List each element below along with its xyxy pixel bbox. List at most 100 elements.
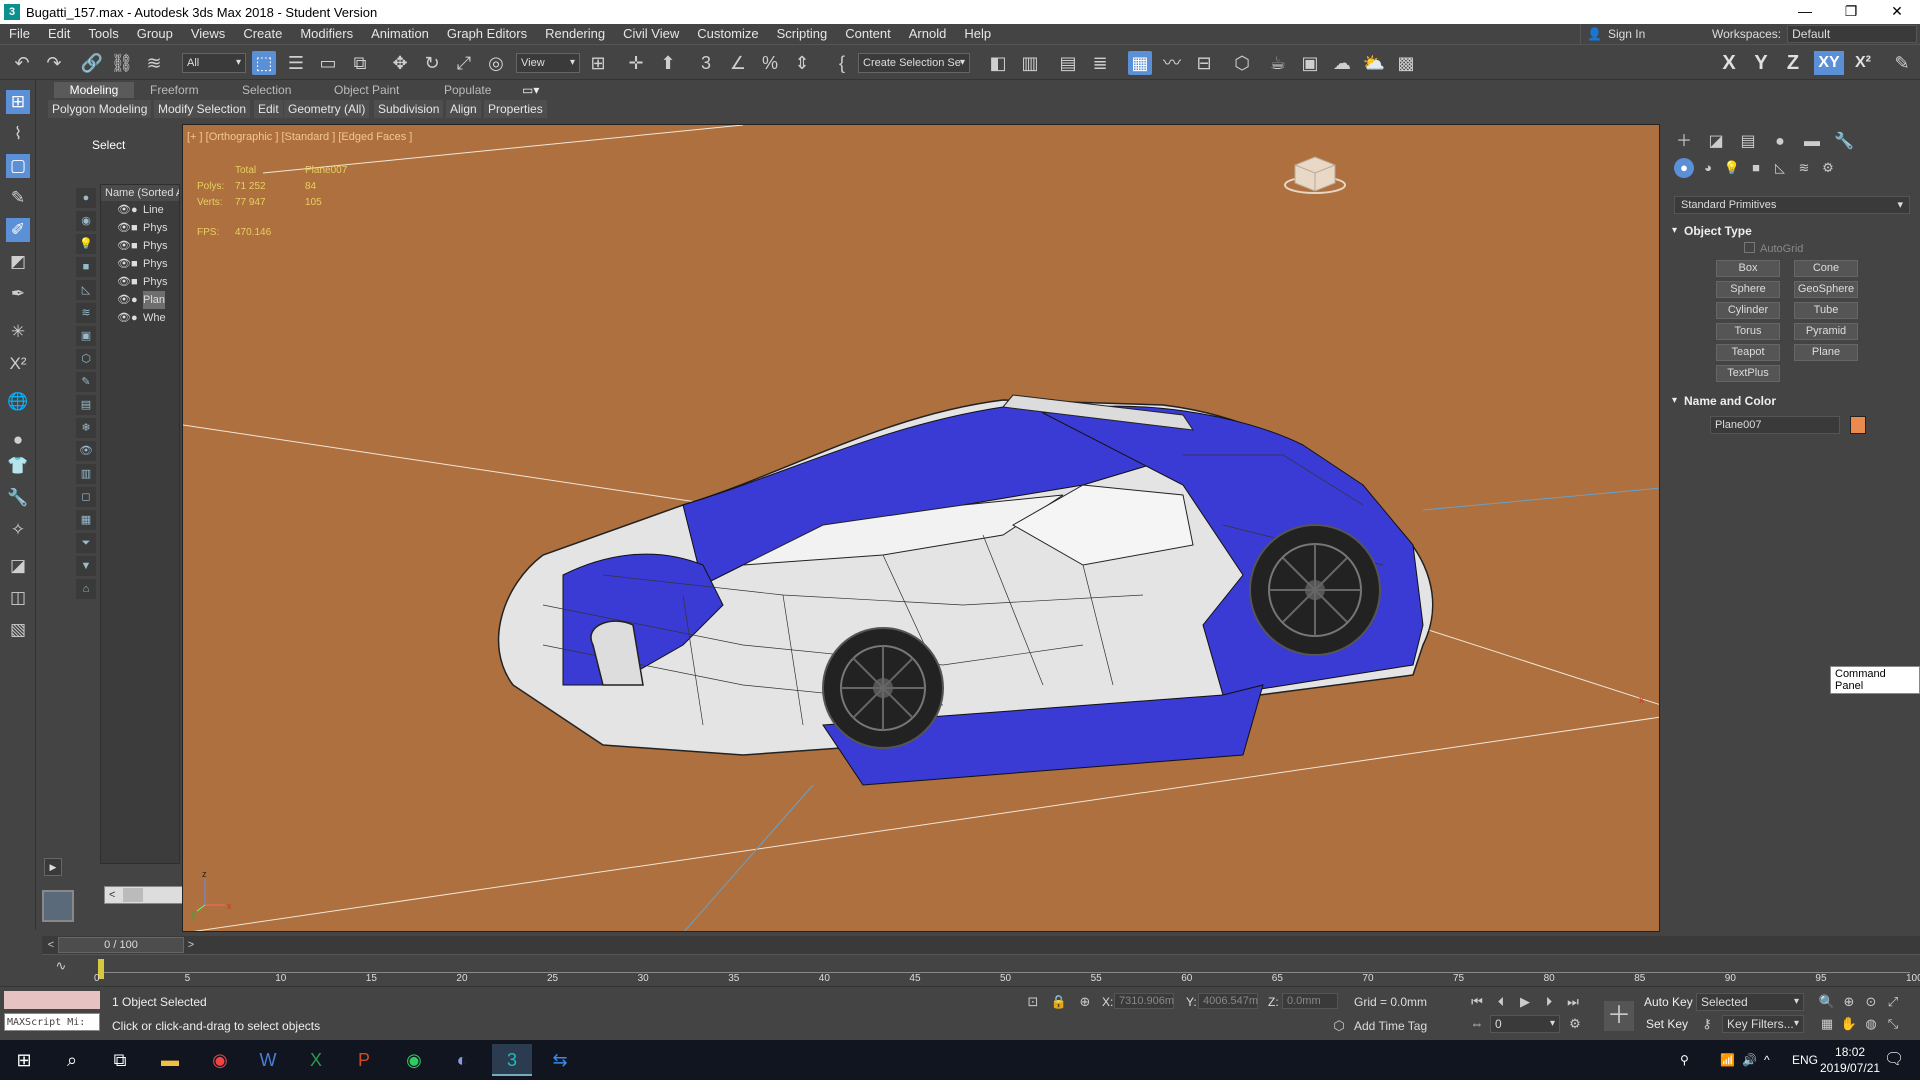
auto-key-button[interactable]: Auto Key bbox=[1644, 993, 1693, 1011]
undo-icon[interactable]: ↶ bbox=[10, 51, 34, 75]
visibility-eye-icon[interactable]: 👁● bbox=[117, 309, 138, 327]
tube-button[interactable]: Tube bbox=[1794, 302, 1858, 319]
subtab-polygon-modeling[interactable]: Polygon Modeling bbox=[48, 100, 152, 118]
visibility-eye-icon[interactable]: 👁■ bbox=[117, 237, 138, 255]
zoom-all-icon[interactable]: ⊕ bbox=[1840, 993, 1858, 1011]
name-and-color-rollout[interactable]: Name and Color bbox=[1670, 392, 1914, 410]
filter-none-icon[interactable]: ◻ bbox=[76, 487, 96, 507]
list-item[interactable]: 👁■ Phys bbox=[101, 237, 179, 255]
absolute-mode-icon[interactable]: ⊕ bbox=[1076, 993, 1094, 1011]
utilities-tab-icon[interactable]: 🔧 bbox=[1832, 130, 1856, 154]
prev-frame-icon[interactable]: ⏴ bbox=[1492, 993, 1510, 1011]
axis-y-button[interactable]: Y bbox=[1748, 51, 1774, 75]
time-tag-icon[interactable]: ⬡ bbox=[1330, 1017, 1348, 1035]
geometry-category-icon[interactable]: ● bbox=[1674, 158, 1694, 178]
search-icon[interactable]: ⌕ bbox=[52, 1044, 92, 1076]
cameras-category-icon[interactable]: ■ bbox=[1746, 158, 1766, 178]
teapot-button[interactable]: Teapot bbox=[1716, 344, 1780, 361]
edit-mesh-icon[interactable]: ✐ bbox=[6, 218, 30, 242]
box-button[interactable]: Box bbox=[1716, 260, 1780, 277]
lights-category-icon[interactable]: 💡 bbox=[1722, 158, 1742, 178]
list-item[interactable]: 👁● Whe bbox=[101, 309, 179, 327]
y-coord-field[interactable]: 4006.547m bbox=[1198, 993, 1258, 1009]
maximize-viewport-icon[interactable]: ⤡ bbox=[1884, 1015, 1902, 1033]
filter-groups-icon[interactable]: ▣ bbox=[76, 326, 96, 346]
menu-group[interactable]: Group bbox=[128, 24, 182, 44]
layer-swatch[interactable] bbox=[42, 890, 74, 922]
select-tool-icon[interactable]: ⊞ bbox=[6, 90, 30, 114]
explorer-folder-icon[interactable]: ⌂ bbox=[76, 579, 96, 599]
viewport-label[interactable]: [+ ] [Orthographic ] [Standard ] [Edged … bbox=[187, 131, 412, 143]
tab-modeling[interactable]: Modeling bbox=[54, 82, 134, 98]
menu-arnold[interactable]: Arnold bbox=[900, 24, 956, 44]
axis-z-button[interactable]: Z bbox=[1780, 51, 1806, 75]
list-item[interactable]: 👁■ Phys bbox=[101, 219, 179, 237]
z-coord-field[interactable]: 0.0mm bbox=[1282, 993, 1338, 1009]
snaps-toggle-icon[interactable]: 3 bbox=[694, 51, 718, 75]
render-production-icon[interactable]: ☁ bbox=[1330, 51, 1354, 75]
object-color-swatch[interactable] bbox=[1850, 416, 1866, 434]
plane-button[interactable]: Plane bbox=[1794, 344, 1858, 361]
edit-named-sets-icon[interactable]: { bbox=[830, 51, 854, 75]
chrome-icon[interactable]: ◉ bbox=[200, 1044, 240, 1076]
axis-x2-button[interactable]: X² bbox=[1848, 51, 1878, 75]
subtab-edit[interactable]: Edit bbox=[254, 100, 283, 118]
list-item[interactable]: 👁● Line bbox=[101, 201, 179, 219]
clock[interactable]: 18:02 2019/07/21 bbox=[1820, 1044, 1880, 1076]
perspective-viewport[interactable]: z x y x [+ ] [Orthographic ] [Standard ]… bbox=[182, 124, 1660, 932]
sparkle-icon[interactable]: ✧ bbox=[6, 518, 30, 542]
word-icon[interactable]: W bbox=[248, 1044, 288, 1076]
maxscript-listener-output[interactable] bbox=[4, 991, 100, 1009]
language-indicator[interactable]: ENG bbox=[1792, 1040, 1818, 1080]
goto-start-icon[interactable]: ⏮ bbox=[1468, 993, 1486, 1011]
key-filter-icon[interactable]: ⚷ bbox=[1698, 1015, 1716, 1033]
create-tab-icon[interactable]: ＋ bbox=[1672, 130, 1696, 154]
systems-category-icon[interactable]: ⚙ bbox=[1818, 158, 1838, 178]
menu-graph-editors[interactable]: Graph Editors bbox=[438, 24, 536, 44]
freeze-icon[interactable]: ▧ bbox=[6, 618, 30, 642]
orbit-icon[interactable]: ◍ bbox=[1862, 1015, 1880, 1033]
sphere-dot-icon[interactable]: ● bbox=[6, 428, 30, 452]
hide-icon[interactable]: ◫ bbox=[6, 586, 30, 610]
scroll-left-arrow[interactable]: < bbox=[109, 887, 115, 903]
menu-tools[interactable]: Tools bbox=[79, 24, 127, 44]
set-key-big-icon[interactable]: ＋ bbox=[1604, 1001, 1634, 1031]
goto-end-icon[interactable]: ⏭ bbox=[1564, 993, 1582, 1011]
pivot-center-icon[interactable]: ⊞ bbox=[586, 51, 610, 75]
menu-create[interactable]: Create bbox=[234, 24, 291, 44]
minimize-button[interactable]: — bbox=[1782, 0, 1828, 24]
menu-rendering[interactable]: Rendering bbox=[536, 24, 614, 44]
maximize-button[interactable]: ❐ bbox=[1828, 0, 1874, 24]
textplus-button[interactable]: TextPlus bbox=[1716, 365, 1780, 382]
explorer-expand-icon[interactable]: ▶ bbox=[44, 858, 62, 876]
excel-icon[interactable]: X bbox=[296, 1044, 336, 1076]
motion-tab-icon[interactable]: ● bbox=[1768, 130, 1792, 154]
close-button[interactable]: ✕ bbox=[1874, 0, 1920, 24]
toggle-scene-explorer-icon[interactable]: ▤ bbox=[1056, 51, 1080, 75]
bind-space-warp-icon[interactable]: ≋ bbox=[142, 51, 166, 75]
select-by-name-icon[interactable]: ☰ bbox=[284, 51, 308, 75]
filter-funnel-icon[interactable]: ⏷ bbox=[76, 533, 96, 553]
filter-shapes-icon[interactable]: ◉ bbox=[76, 211, 96, 231]
subtab-subdivision[interactable]: Subdivision bbox=[374, 100, 444, 118]
tab-selection[interactable]: Selection bbox=[242, 82, 291, 98]
filter-cameras-icon[interactable]: ■ bbox=[76, 257, 96, 277]
field-of-view-icon[interactable]: ▦ bbox=[1818, 1015, 1836, 1033]
select-manipulate-icon[interactable]: ✛ bbox=[624, 51, 648, 75]
cylinder-button[interactable]: Cylinder bbox=[1716, 302, 1780, 319]
filter-funnel2-icon[interactable]: ▼ bbox=[76, 556, 96, 576]
menu-views[interactable]: Views bbox=[182, 24, 234, 44]
display-tab-icon[interactable]: ▬ bbox=[1800, 130, 1824, 154]
modify-tab-icon[interactable]: ◪ bbox=[1704, 130, 1728, 154]
menu-help[interactable]: Help bbox=[955, 24, 1000, 44]
isolate-selection-icon[interactable]: ⊡ bbox=[1024, 993, 1042, 1011]
time-config-icon[interactable]: ⚙ bbox=[1566, 1015, 1584, 1033]
paint-select-icon[interactable]: ▢ bbox=[6, 154, 30, 178]
tab-object-paint[interactable]: Object Paint bbox=[334, 82, 399, 98]
render-cloud-icon[interactable]: ⛅ bbox=[1362, 51, 1386, 75]
filter-frozen-icon[interactable]: ❄ bbox=[76, 418, 96, 438]
subtab-properties[interactable]: Properties bbox=[484, 100, 547, 118]
tray-chevron-icon[interactable]: ^ bbox=[1764, 1040, 1770, 1080]
filter-invert-icon[interactable]: ▦ bbox=[76, 510, 96, 530]
angle-snap-icon[interactable]: ∠ bbox=[726, 51, 750, 75]
